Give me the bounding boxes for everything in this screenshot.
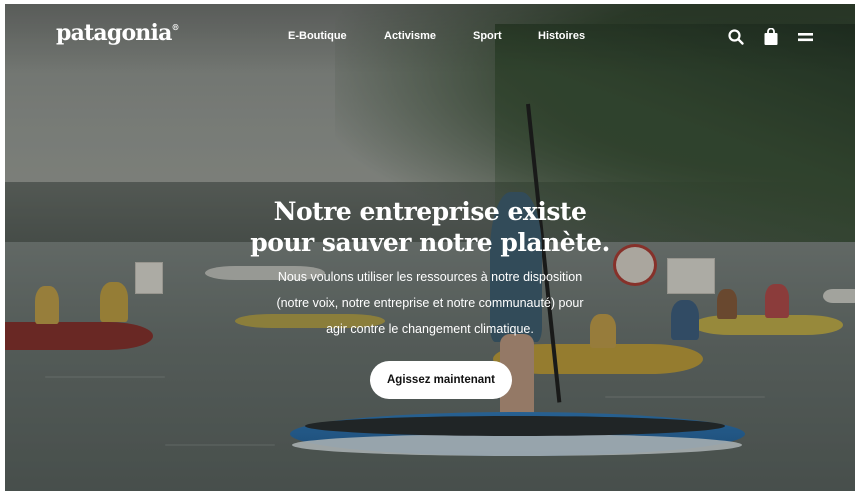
hero-title: Notre entreprise existe pour sauver notr… bbox=[5, 196, 855, 258]
search-icon[interactable] bbox=[727, 28, 745, 46]
take-action-button[interactable]: Agissez maintenant bbox=[370, 361, 512, 399]
hero-text-line: agir contre le changement climatique. bbox=[326, 322, 534, 336]
logo-text: patagonia bbox=[56, 20, 172, 46]
shopping-bag-icon[interactable] bbox=[762, 27, 780, 46]
menu-icon[interactable] bbox=[797, 28, 815, 46]
header-icons bbox=[727, 27, 827, 48]
nav-item-e-boutique[interactable]: E-Boutique bbox=[288, 30, 347, 42]
hero-title-line: Notre entreprise existe bbox=[273, 197, 587, 226]
site-header: patagonia® E-Boutique Activisme Sport Hi… bbox=[5, 4, 855, 60]
logo-registered-mark: ® bbox=[171, 22, 180, 32]
patagonia-logo[interactable]: patagonia® bbox=[56, 20, 180, 46]
hero-section: Notre entreprise existe pour sauver notr… bbox=[5, 196, 855, 342]
nav-item-sport[interactable]: Sport bbox=[473, 30, 502, 42]
hero-text-line: (notre voix, notre entreprise et notre c… bbox=[276, 296, 584, 310]
hero-text-line: Nous voulons utiliser les ressources à n… bbox=[277, 270, 583, 284]
page-frame: patagonia® E-Boutique Activisme Sport Hi… bbox=[5, 4, 855, 491]
nav-item-activisme[interactable]: Activisme bbox=[384, 30, 436, 42]
nav-item-histoires[interactable]: Histoires bbox=[538, 30, 585, 42]
hero-title-line: pour sauver notre planète. bbox=[250, 228, 610, 257]
hero-description: Nous voulons utiliser les ressources à n… bbox=[5, 264, 855, 342]
